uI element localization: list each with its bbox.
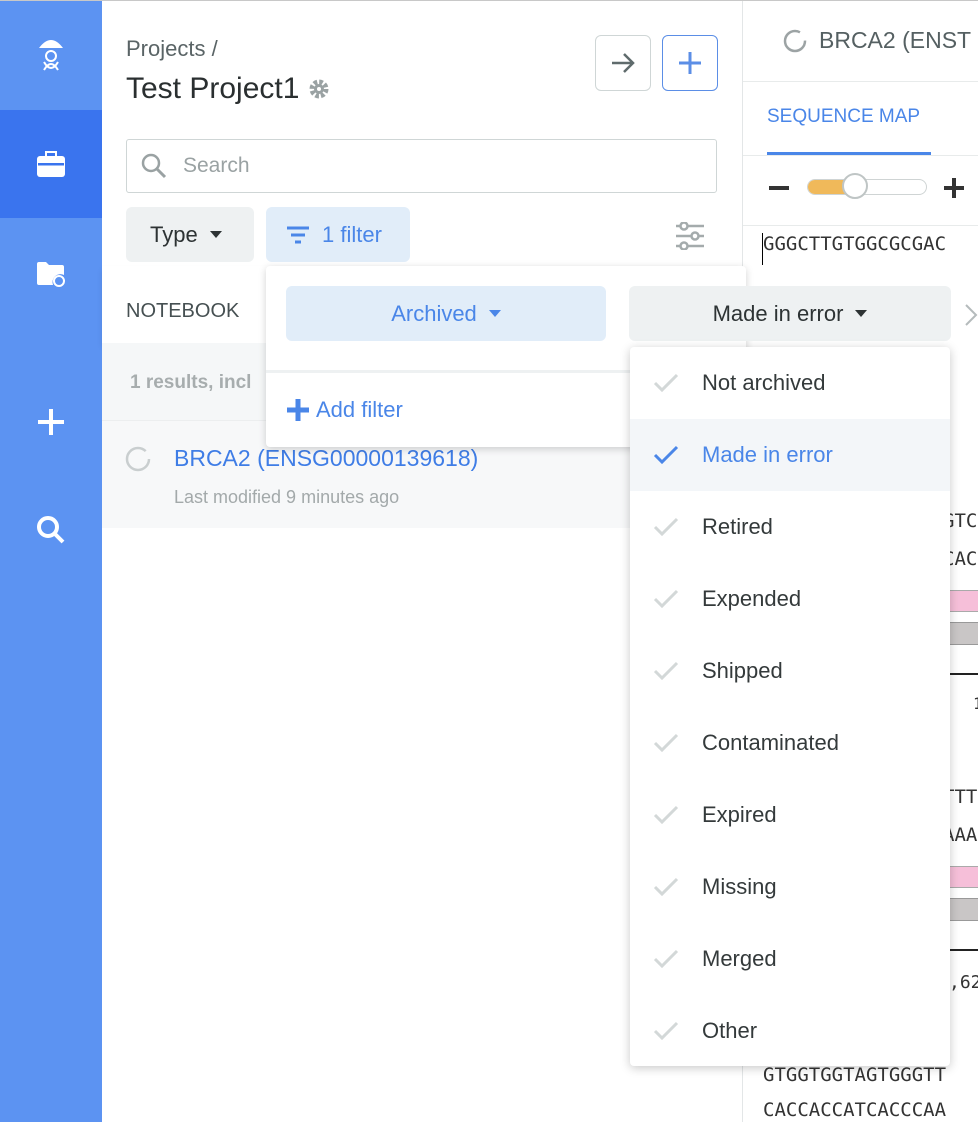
type-label: Type (150, 221, 198, 247)
zoom-slider-handle[interactable] (842, 173, 868, 199)
zoom-in-button[interactable] (943, 177, 965, 199)
menu-option[interactable]: Retired (630, 491, 950, 563)
caret-down-icon (855, 310, 868, 317)
sidebar (0, 0, 102, 1122)
filter-field-dropdown[interactable]: Archived (286, 286, 606, 341)
plus-icon (287, 399, 309, 421)
filter-icon (287, 226, 309, 243)
add-filter-button[interactable]: Add filter (286, 397, 403, 423)
plus-icon (38, 409, 64, 435)
item-modified: Last modified 9 minutes ago (174, 487, 400, 507)
add-button[interactable] (662, 35, 718, 91)
check-icon (652, 445, 680, 465)
app-logo-icon (39, 40, 63, 71)
menu-option-label: Retired (702, 514, 773, 539)
loading-ring-icon (125, 446, 151, 472)
check-icon (652, 733, 680, 753)
sidebar-item-search[interactable] (0, 476, 102, 584)
zoom-out-button[interactable] (769, 186, 789, 190)
filter-count: 1 filter (322, 221, 382, 247)
loading-ring-icon (783, 29, 807, 52)
filter-value-menu: Not archived Made in error Retired Expended… (630, 347, 950, 1066)
menu-option-label: Contaminated (702, 730, 839, 755)
check-icon (652, 877, 680, 897)
search-input[interactable] (183, 154, 683, 178)
filter-value-dropdown[interactable]: Made in error (629, 286, 951, 341)
menu-option[interactable]: Merged (630, 923, 950, 995)
top-border (0, 0, 978, 1)
check-icon (652, 805, 680, 825)
check-icon (652, 373, 680, 393)
sequence-line: GGGCTTGTGGCGCGAC (763, 233, 947, 255)
menu-option-label: Shipped (702, 658, 783, 683)
shared-folder-icon (37, 262, 65, 287)
menu-option-label: Not archived (702, 370, 826, 395)
search-icon (37, 516, 65, 544)
sequence-line: CACCACCATCACCCAA (763, 1099, 947, 1121)
caret-down-icon (209, 231, 222, 238)
menu-option-label: Expired (702, 802, 777, 827)
ruler-label: 1 (973, 694, 978, 713)
filter-field-label: Archived (391, 300, 477, 326)
tab-sequence-map[interactable]: SEQUENCE MAP (767, 106, 931, 155)
add-filter-label: Add filter (316, 397, 403, 422)
filter-value-label: Made in error (712, 300, 844, 326)
menu-option-label: Expended (702, 586, 802, 611)
filter-button[interactable]: 1 filter (266, 207, 410, 262)
sliders-icon[interactable] (675, 222, 705, 250)
check-icon (652, 1021, 680, 1041)
gear-icon[interactable] (307, 77, 331, 101)
breadcrumb[interactable]: Projects / (126, 36, 218, 62)
check-icon (652, 949, 680, 969)
item-name[interactable]: BRCA2 (ENSG00000139618) (174, 445, 478, 472)
arrow-right-icon (612, 53, 635, 73)
tab-label: SEQUENCE MAP (767, 106, 921, 127)
menu-option[interactable]: Contaminated (630, 707, 950, 779)
menu-option-label: Made in error (702, 442, 833, 467)
ruler-label: ,62 (949, 972, 978, 993)
menu-option[interactable]: Not archived (630, 347, 950, 419)
project-title: Test Project1 (126, 72, 300, 105)
search-field[interactable] (126, 139, 717, 193)
check-icon (652, 517, 680, 537)
caret-down-icon (488, 310, 501, 317)
check-icon (652, 589, 680, 609)
menu-option[interactable]: Other (630, 995, 950, 1067)
sidebar-item-shared[interactable] (0, 220, 102, 328)
plus-icon (679, 52, 701, 74)
menu-option-label: Other (702, 1018, 758, 1043)
menu-option[interactable]: Expended (630, 563, 950, 635)
menu-option-label: Missing (702, 874, 777, 899)
sequence-line: GTGGTGGTAGTGGGTT (763, 1064, 947, 1086)
sidebar-item-create[interactable] (0, 368, 102, 476)
type-dropdown[interactable]: Type (126, 207, 254, 262)
menu-option[interactable]: Expired (630, 779, 950, 851)
page-title: Test Project1 (126, 72, 331, 106)
check-icon (652, 661, 680, 681)
menu-option-label: Merged (702, 946, 777, 971)
sidebar-item-projects[interactable] (0, 110, 102, 218)
briefcase-icon (37, 151, 65, 177)
menu-option[interactable]: Shipped (630, 635, 950, 707)
menu-option[interactable]: Missing (630, 851, 950, 923)
menu-option[interactable]: Made in error (630, 419, 950, 491)
search-icon (141, 153, 167, 179)
column-notebook[interactable]: NOTEBOOK (126, 300, 239, 323)
sequence-title: BRCA2 (ENST (819, 27, 972, 53)
sidebar-item-home[interactable] (0, 0, 102, 108)
chevron-right-icon[interactable] (964, 303, 978, 327)
results-count: 1 results, incl (130, 372, 252, 393)
navigate-button[interactable] (595, 35, 651, 91)
